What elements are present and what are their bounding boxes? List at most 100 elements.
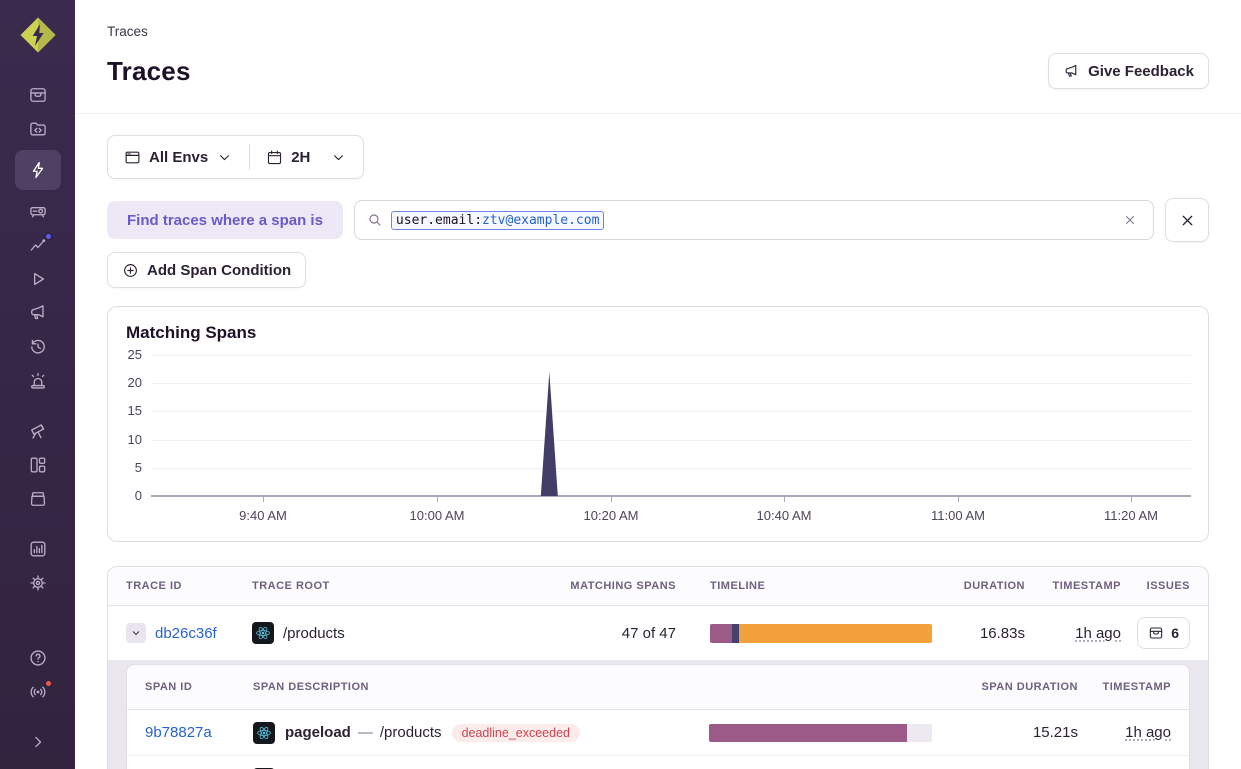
megaphone-icon <box>28 303 48 323</box>
sidebar-item-replays[interactable] <box>15 263 61 295</box>
sidebar-item-whats-new[interactable] <box>15 676 61 708</box>
span-timestamp[interactable]: 1h ago <box>1125 724 1171 741</box>
siren-icon <box>28 371 48 391</box>
logo-diamond-icon <box>18 15 58 55</box>
add-span-condition-label: Add Span Condition <box>147 262 291 279</box>
gear-icon <box>28 573 48 593</box>
y-tick-label: 0 <box>135 488 142 503</box>
span-id-link[interactable]: 9b78827a <box>145 724 253 741</box>
sidebar-item-help[interactable] <box>15 642 61 674</box>
find-traces-chip: Find traces where a span is <box>107 201 343 239</box>
trace-duration: 16.83s <box>980 625 1025 642</box>
col-trace-root: TRACE ROOT <box>252 580 560 592</box>
sidebar-collapse-button[interactable] <box>15 726 61 758</box>
sidebar-item-insights[interactable] <box>15 229 61 261</box>
x-tick-label: 10:40 AM <box>757 508 812 523</box>
react-platform-icon <box>252 622 274 644</box>
y-tick-label: 20 <box>128 375 142 390</box>
close-icon <box>1179 212 1196 229</box>
sidebar-item-traces[interactable] <box>15 150 61 190</box>
remove-condition-button[interactable] <box>1165 198 1209 242</box>
notification-dot-blue <box>44 232 53 241</box>
environment-filter[interactable]: All Envs <box>108 136 249 178</box>
sidebar <box>0 0 75 769</box>
react-platform-icon <box>253 722 275 744</box>
chart-plot-area: 25 20 15 10 5 0 9:40 AM 10:00 AM 10:20 A… <box>151 355 1191 496</box>
sidebar-item-dashboards[interactable] <box>15 449 61 481</box>
sentry-logo[interactable] <box>15 12 61 58</box>
timeline-segment <box>739 624 932 643</box>
y-tick-label: 25 <box>128 347 142 362</box>
matching-spans-chart-panel: Matching Spans 25 20 15 10 5 <box>107 306 1209 542</box>
environment-filter-label: All Envs <box>149 149 208 166</box>
notification-dot-red <box>44 679 53 688</box>
projects-box-icon <box>28 489 48 509</box>
history-clock-icon <box>28 337 48 357</box>
col-span-description: SPAN DESCRIPTION <box>253 681 709 693</box>
trace-id-link[interactable]: db26c36f <box>155 625 217 642</box>
col-duration: DURATION <box>964 580 1025 592</box>
sidebar-item-releases[interactable] <box>15 331 61 363</box>
search-token-value: ztv@example.com <box>482 213 599 228</box>
x-tick-label: 11:20 AM <box>1104 508 1158 523</box>
sidebar-item-settings[interactable] <box>15 567 61 599</box>
projector-icon <box>28 201 48 221</box>
span-timeline-bar <box>709 724 932 742</box>
sidebar-item-discover[interactable] <box>15 415 61 447</box>
clear-search-button[interactable] <box>1119 209 1141 231</box>
breadcrumb[interactable]: Traces <box>107 24 1209 39</box>
sidebar-item-explore[interactable] <box>15 113 61 145</box>
chart-title: Matching Spans <box>126 323 1191 343</box>
span-table-header: SPAN ID SPAN DESCRIPTION SPAN DURATION T… <box>127 665 1189 710</box>
span-op: pageload <box>285 724 351 741</box>
sidebar-item-stats[interactable] <box>15 533 61 565</box>
date-range-filter-label: 2H <box>291 149 310 166</box>
sidebar-item-profiling[interactable] <box>15 195 61 227</box>
dashboard-icon <box>28 455 48 475</box>
trace-timestamp[interactable]: 1h ago <box>1075 625 1121 642</box>
span-timeline-fill <box>709 724 907 742</box>
timeline-segment <box>732 624 739 643</box>
issues-icon <box>1148 625 1164 641</box>
sidebar-item-projects[interactable] <box>15 483 61 515</box>
plus-circle-icon <box>122 262 139 279</box>
give-feedback-label: Give Feedback <box>1088 63 1194 80</box>
lightning-icon <box>28 160 48 180</box>
telescope-icon <box>28 421 48 441</box>
expand-trace-button[interactable] <box>126 623 146 643</box>
issues-icon <box>28 85 48 105</box>
trace-table-header: TRACE ID TRACE ROOT MATCHING SPANS TIMEL… <box>108 567 1208 606</box>
col-span-timestamp: TIMESTAMP <box>1103 681 1171 693</box>
trace-table: TRACE ID TRACE ROOT MATCHING SPANS TIMEL… <box>107 566 1209 769</box>
span-description: /products <box>380 724 442 741</box>
search-icon <box>367 212 383 228</box>
x-tick-label: 10:00 AM <box>410 508 465 523</box>
col-matching-spans: MATCHING SPANS <box>570 580 676 592</box>
chevron-right-icon <box>28 732 48 752</box>
col-span-duration: SPAN DURATION <box>981 681 1078 693</box>
chevron-down-icon <box>330 149 347 166</box>
trace-timeline-bar <box>710 624 932 643</box>
trace-row: db26c36f /products 47 of 47 <box>108 606 1208 660</box>
megaphone-icon <box>1063 63 1080 80</box>
chevron-down-icon <box>130 627 142 639</box>
span-search-input[interactable]: user.email: ztv@example.com <box>354 200 1154 240</box>
col-trace-id: TRACE ID <box>126 580 252 592</box>
give-feedback-button[interactable]: Give Feedback <box>1048 53 1209 89</box>
app-root: Traces Traces Give Feedback All Envs <box>0 0 1241 769</box>
play-icon <box>28 269 48 289</box>
date-range-filter[interactable]: 2H <box>250 136 363 178</box>
span-row: b7a7e441 ex http.server — GET /organizat… <box>127 756 1189 769</box>
trace-issues-button[interactable]: 6 <box>1137 617 1190 649</box>
sidebar-item-feedback[interactable] <box>15 297 61 329</box>
spike-area <box>151 355 1191 496</box>
search-token[interactable]: user.email: ztv@example.com <box>391 211 605 230</box>
span-duration: 15.21s <box>1033 724 1078 741</box>
calendar-icon <box>266 149 283 166</box>
sidebar-item-alerts[interactable] <box>15 365 61 397</box>
sidebar-item-issues[interactable] <box>15 79 61 111</box>
col-span-id: SPAN ID <box>145 681 253 693</box>
add-span-condition-button[interactable]: Add Span Condition <box>107 252 306 288</box>
col-timeline: TIMELINE <box>676 580 932 592</box>
y-tick-label: 10 <box>128 432 142 447</box>
